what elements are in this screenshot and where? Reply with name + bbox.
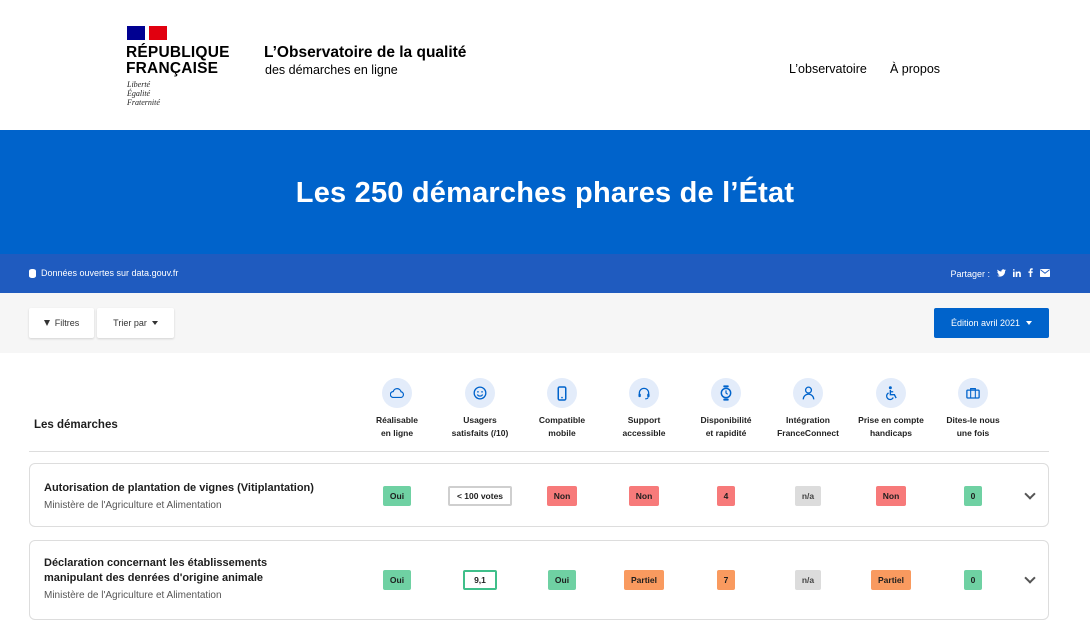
column-header-online[interactable]: Réalisable en ligne bbox=[352, 378, 442, 440]
column-header-franceconnect[interactable]: Intégration FranceConnect bbox=[763, 378, 853, 440]
share-label: Partager : bbox=[950, 268, 990, 279]
status-badge: 4 bbox=[716, 486, 736, 506]
linkedin-icon[interactable] bbox=[1013, 268, 1021, 279]
rf-line-1: RÉPUBLIQUE bbox=[126, 44, 230, 61]
open-data-label: Données ouvertes sur data.gouv.fr bbox=[41, 268, 179, 278]
share-bar: Partager : bbox=[950, 268, 1050, 279]
info-bar: Données ouvertes sur data.gouv.fr Partag… bbox=[0, 254, 1090, 293]
row-title: Déclaration concernant les établissement… bbox=[44, 556, 267, 586]
rf-line-2: FRANÇAISE bbox=[126, 60, 219, 77]
status-badge: Oui bbox=[382, 486, 412, 506]
chevron-down-icon bbox=[1026, 321, 1033, 325]
column-label: et rapidité bbox=[705, 428, 747, 438]
facebook-icon[interactable] bbox=[1028, 268, 1033, 279]
column-label: Réalisable bbox=[375, 415, 419, 425]
marianne-flag-logo bbox=[127, 26, 167, 40]
accessibility-icon bbox=[876, 378, 906, 408]
column-header-mobile[interactable]: Compatible mobile bbox=[517, 378, 607, 440]
status-badge: n/a bbox=[794, 570, 822, 590]
column-label: en ligne bbox=[380, 428, 414, 438]
status-badge: 0 bbox=[963, 486, 983, 506]
table-title: Les démarches bbox=[34, 419, 118, 431]
filters-button[interactable]: Filtres bbox=[29, 308, 94, 338]
site-title[interactable]: L’Observatoire de la qualité bbox=[264, 44, 466, 62]
status-badge: Non bbox=[875, 486, 907, 506]
column-label: Prise en compte bbox=[858, 415, 924, 425]
status-badge: Non bbox=[546, 486, 578, 506]
status-badge: Partiel bbox=[871, 570, 911, 590]
twitter-icon[interactable] bbox=[997, 268, 1006, 279]
column-header-handicap[interactable]: Prise en compte handicaps bbox=[846, 378, 936, 440]
column-header-satisfaction[interactable]: Usagers satisfaits (/10) bbox=[435, 378, 525, 440]
cloud-icon bbox=[382, 378, 412, 408]
column-label: Compatible bbox=[538, 415, 586, 425]
motto: Liberté Égalité Fraternité bbox=[127, 80, 160, 107]
hero-banner: Les 250 démarches phares de l’État bbox=[0, 130, 1090, 254]
column-header-availability[interactable]: Disponibilité et rapidité bbox=[681, 378, 771, 440]
row-title: Autorisation de plantation de vignes (Vi… bbox=[44, 481, 314, 496]
chevron-down-icon[interactable] bbox=[1024, 572, 1036, 584]
column-label: Intégration bbox=[786, 415, 830, 425]
chevron-down-icon bbox=[151, 321, 158, 325]
status-badge: Oui bbox=[547, 570, 577, 590]
site-header: RÉPUBLIQUE FRANÇAISE Liberté Égalité Fra… bbox=[0, 0, 1090, 130]
table-row[interactable]: Autorisation de plantation de vignes (Vi… bbox=[29, 463, 1049, 527]
column-label: FranceConnect bbox=[777, 428, 839, 438]
row-ministry: Ministère de l'Agriculture et Alimentati… bbox=[44, 500, 222, 511]
edition-label: Édition avril 2021 bbox=[950, 318, 1021, 328]
row-title-line: Autorisation de plantation de vignes (Vi… bbox=[44, 482, 314, 494]
column-label: handicaps bbox=[869, 428, 913, 438]
column-label: Dites-le nous bbox=[946, 415, 1000, 425]
column-label: Usagers bbox=[463, 415, 497, 425]
nav-a-propos-link[interactable]: À propos bbox=[890, 62, 940, 76]
page-title: Les 250 démarches phares de l’État bbox=[295, 177, 795, 209]
status-badge: Non bbox=[628, 486, 660, 506]
mobile-icon bbox=[547, 378, 577, 408]
status-badge: n/a bbox=[794, 486, 822, 506]
column-label: satisfaits (/10) bbox=[451, 428, 509, 438]
motto-fraternite: Fraternité bbox=[127, 97, 160, 107]
filters-label: Filtres bbox=[54, 318, 80, 328]
column-label: Disponibilité bbox=[700, 415, 752, 425]
briefcase-icon bbox=[958, 378, 988, 408]
filter-icon bbox=[43, 320, 50, 326]
stopwatch-icon bbox=[711, 378, 741, 408]
filter-toolbar: Filtres Trier par Édition avril 2021 bbox=[0, 293, 1090, 353]
edition-dropdown[interactable]: Édition avril 2021 bbox=[934, 308, 1049, 338]
open-data-link[interactable]: Données ouvertes sur data.gouv.fr bbox=[29, 268, 178, 278]
smiley-icon bbox=[465, 378, 495, 408]
status-badge: 7 bbox=[716, 570, 736, 590]
republique-francaise-logo[interactable]: RÉPUBLIQUE FRANÇAISE bbox=[126, 45, 230, 77]
status-badge: 0 bbox=[963, 570, 983, 590]
column-label: Support bbox=[627, 415, 661, 425]
status-badge: < 100 votes bbox=[447, 486, 513, 506]
headset-icon bbox=[629, 378, 659, 408]
sort-label: Trier par bbox=[113, 318, 147, 328]
status-badge: Oui bbox=[382, 570, 412, 590]
nav-observatoire-link[interactable]: L’observatoire bbox=[789, 62, 867, 76]
database-icon bbox=[29, 268, 36, 278]
table-row[interactable]: Déclaration concernant les établissement… bbox=[29, 540, 1049, 620]
column-label: une fois bbox=[956, 428, 990, 438]
column-header-dites-le-nous[interactable]: Dites-le nous une fois bbox=[928, 378, 1018, 440]
row-title-line: manipulant des denrées d'origine animale bbox=[44, 572, 264, 584]
user-icon bbox=[793, 378, 823, 408]
row-ministry: Ministère de l'Agriculture et Alimentati… bbox=[44, 590, 222, 601]
sort-dropdown[interactable]: Trier par bbox=[97, 308, 174, 338]
column-label: accessible bbox=[622, 428, 666, 438]
status-badge: 9,1 bbox=[463, 570, 497, 590]
column-header-support[interactable]: Support accessible bbox=[599, 378, 689, 440]
site-subtitle: des démarches en ligne bbox=[265, 63, 398, 77]
column-label: mobile bbox=[548, 428, 576, 438]
mail-icon[interactable] bbox=[1040, 268, 1050, 279]
header-divider bbox=[29, 451, 1049, 452]
row-title-line: Déclaration concernant les établissement… bbox=[44, 557, 268, 569]
status-badge: Partiel bbox=[624, 570, 664, 590]
chevron-down-icon[interactable] bbox=[1024, 488, 1036, 500]
